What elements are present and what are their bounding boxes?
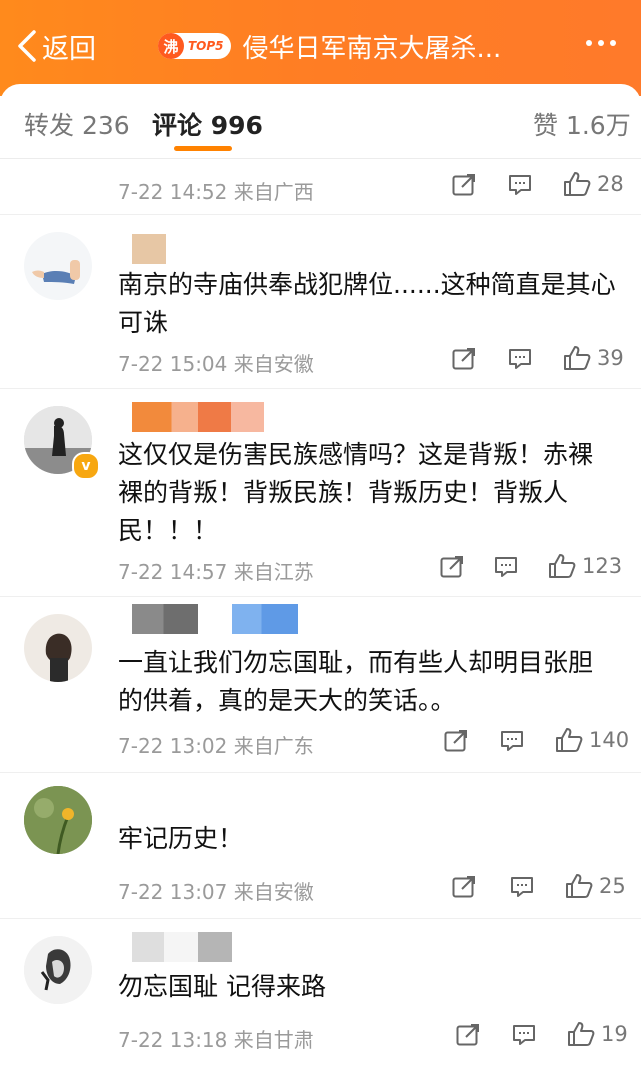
top-nav-bar: 返回 沸 TOP5 侵华日军南京大屠杀... — [0, 0, 641, 96]
avatar[interactable] — [24, 232, 92, 300]
avatar[interactable] — [24, 786, 92, 854]
comment-icon — [509, 349, 531, 369]
username-obscured — [232, 604, 298, 634]
share-icon — [444, 730, 467, 752]
comment-meta: 7-22 13:07 来自安徽 — [118, 876, 314, 905]
share-button[interactable] — [452, 876, 476, 898]
comment-icon — [509, 175, 531, 195]
comment-meta: 7-22 15:04 来自安徽 — [118, 348, 314, 377]
comment-text: 南京的寺庙供奉战犯牌位......这种简直是其心可诛 — [118, 270, 616, 337]
username-obscured[interactable] — [132, 932, 232, 962]
username-obscured[interactable] — [132, 234, 166, 264]
comment-time: 7-22 13:07 — [118, 880, 228, 904]
active-tab-indicator — [174, 146, 232, 151]
comment-source: 来自江苏 — [233, 560, 314, 584]
more-options-icon[interactable] — [586, 40, 616, 46]
hot-rank-badge: 沸 TOP5 — [158, 33, 231, 59]
share-icon — [452, 174, 475, 196]
share-icon — [452, 876, 475, 898]
tab-comments[interactable]: 评论 996 — [152, 106, 263, 142]
share-icon — [452, 348, 475, 370]
share-button[interactable] — [452, 348, 476, 370]
topic-title-area[interactable]: 沸 TOP5 侵华日军南京大屠杀... — [158, 28, 501, 64]
comment-item: 牢记历史！ 7-22 13:07 来自安徽 25 — [0, 772, 641, 919]
like-button[interactable]: 19 — [567, 1021, 628, 1047]
like-count: 19 — [601, 1022, 628, 1046]
avatar[interactable] — [24, 614, 92, 682]
thumbs-up-icon — [556, 728, 583, 752]
username-obscured[interactable] — [132, 402, 264, 432]
topic-title: 侵华日军南京大屠杀... — [242, 33, 502, 64]
comment-source: 来自广东 — [233, 734, 314, 758]
reply-button[interactable] — [494, 556, 518, 578]
like-count: 39 — [597, 346, 624, 370]
reply-button[interactable] — [508, 348, 532, 370]
comment-source: 来自广西 — [233, 180, 314, 204]
comment-text: 勿忘国耻 记得来路 — [118, 972, 326, 1001]
thumbs-up-icon — [564, 346, 591, 370]
comment-text: 一直让我们勿忘国耻，而有些人却明目张胆的供着，真的是天大的笑话。。 — [118, 648, 594, 715]
comment-meta: 7-22 14:57 来自江苏 — [118, 556, 314, 585]
comment-source: 来自安徽 — [233, 352, 314, 376]
like-button[interactable]: 25 — [565, 873, 626, 899]
share-button[interactable] — [452, 174, 476, 196]
tab-likes[interactable]: 赞 1.6万 — [533, 106, 631, 142]
comment-time: 7-22 15:04 — [118, 352, 228, 376]
comment-item: v 这仅仅是伤害民族感情吗？这是背叛！赤裸裸的背叛！背叛民族！背叛历史！背叛人民… — [0, 388, 641, 597]
like-count: 25 — [599, 874, 626, 898]
comment-source: 来自安徽 — [233, 880, 314, 904]
share-icon — [440, 556, 463, 578]
share-icon — [456, 1024, 479, 1046]
comment-item: 南京的寺庙供奉战犯牌位......这种简直是其心可诛 7-22 15:04 来自… — [0, 214, 641, 389]
comment-text: 这仅仅是伤害民族感情吗？这是背叛！赤裸裸的背叛！背叛民族！背叛历史！背叛人民！！… — [118, 440, 594, 545]
back-button[interactable]: 返回 — [16, 24, 96, 68]
comment-item: 勿忘国耻 记得来路 7-22 13:18 来自甘肃 19 — [0, 918, 641, 1065]
comment-time: 7-22 13:02 — [118, 734, 228, 758]
share-button[interactable] — [444, 730, 468, 752]
comment-item: 7-22 14:52 来自广西 28 — [0, 158, 641, 215]
thumbs-up-icon — [564, 172, 591, 196]
like-count: 123 — [582, 554, 623, 578]
tab-repost[interactable]: 转发 236 — [24, 106, 130, 142]
hot-rank-label: TOP5 — [188, 39, 224, 53]
comment-meta: 7-22 13:18 来自甘肃 — [118, 1024, 314, 1053]
like-count: 140 — [589, 728, 630, 752]
comment-meta: 7-22 14:52 来自广西 — [118, 176, 314, 205]
share-button[interactable] — [456, 1024, 480, 1046]
reply-button[interactable] — [500, 730, 524, 752]
comment-time: 7-22 13:18 — [118, 1028, 228, 1052]
interaction-tabs: 转发 236 评论 996 赞 1.6万 — [0, 84, 641, 159]
comment-item: 一直让我们勿忘国耻，而有些人却明目张胆的供着，真的是天大的笑话。。 7-22 1… — [0, 596, 641, 773]
comment-text: 牢记历史！ — [118, 824, 244, 853]
comment-icon — [511, 877, 533, 897]
comment-source: 来自甘肃 — [233, 1028, 314, 1052]
comment-time: 7-22 14:52 — [118, 180, 228, 204]
like-button[interactable]: 123 — [548, 553, 622, 579]
like-button[interactable]: 140 — [555, 727, 629, 753]
reply-button[interactable] — [510, 876, 534, 898]
comment-icon — [495, 557, 517, 577]
comment-icon — [501, 731, 523, 751]
like-button[interactable]: 39 — [563, 345, 624, 371]
hot-icon: 沸 — [158, 33, 184, 59]
like-count: 28 — [597, 172, 624, 196]
username-obscured[interactable] — [132, 604, 198, 634]
thumbs-up-icon — [566, 874, 593, 898]
share-button[interactable] — [440, 556, 464, 578]
comment-meta: 7-22 13:02 来自广东 — [118, 730, 314, 759]
comment-time: 7-22 14:57 — [118, 560, 228, 584]
thumbs-up-icon — [549, 554, 576, 578]
avatar[interactable] — [24, 936, 92, 1004]
reply-button[interactable] — [508, 174, 532, 196]
thumbs-up-icon — [568, 1022, 595, 1046]
comment-icon — [513, 1025, 535, 1045]
reply-button[interactable] — [512, 1024, 536, 1046]
back-label: 返回 — [42, 33, 96, 65]
verified-badge-icon: v — [72, 452, 100, 480]
like-button[interactable]: 28 — [563, 171, 624, 197]
chevron-left-icon — [18, 30, 36, 62]
